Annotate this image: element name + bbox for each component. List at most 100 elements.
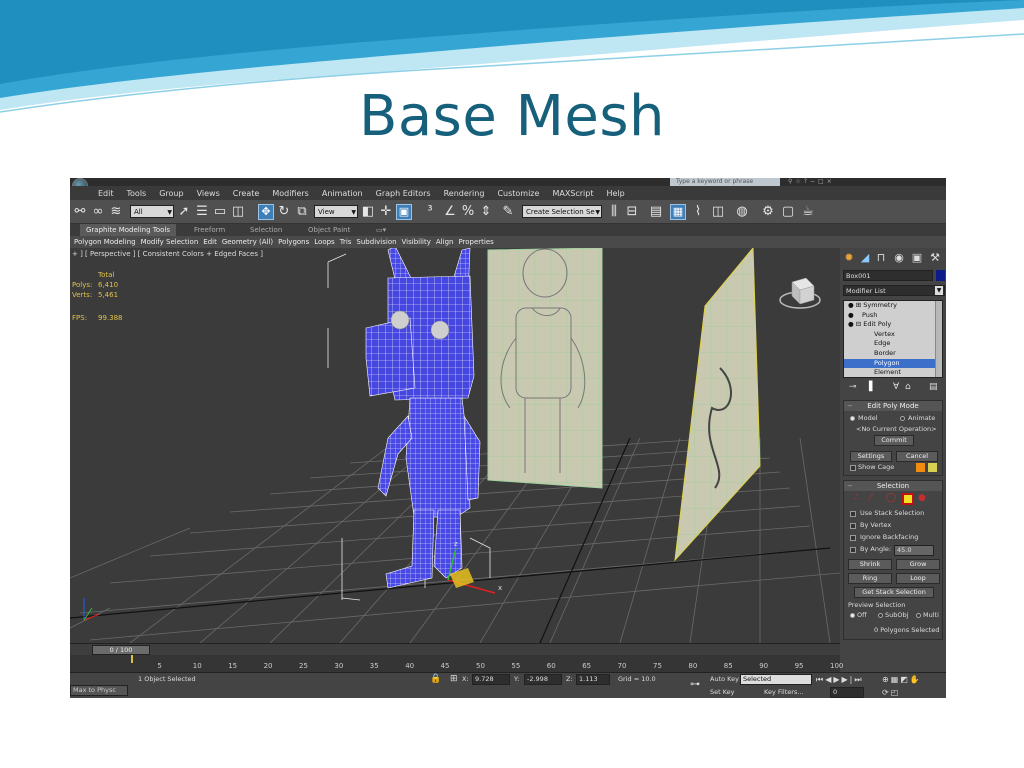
render-teapot-icon[interactable]: ☕ [800, 204, 816, 220]
ignore-backfacing-checkbox[interactable] [850, 535, 856, 541]
angle-snap-icon[interactable]: ∠ [442, 204, 458, 220]
ribbon-geometry-all[interactable]: Geometry (All) [222, 238, 273, 246]
select-by-name-icon[interactable]: ☰ [194, 204, 210, 220]
keyboard-shortcut-override-icon[interactable]: ▣ [396, 204, 412, 220]
graphite-ribbon-icon[interactable]: ▦ [670, 204, 686, 220]
field-of-view-icon[interactable]: ◩ [900, 675, 910, 684]
menu-edit[interactable]: Edit [98, 189, 114, 198]
current-frame-input[interactable]: 0 [830, 687, 864, 698]
close-icon[interactable]: × [827, 178, 835, 185]
star-icon[interactable]: ☆ [795, 178, 803, 185]
time-slider[interactable]: 0 / 100 [70, 643, 840, 655]
next-frame-icon[interactable]: ▶| [842, 675, 855, 684]
create-tab-icon[interactable]: ✹ [842, 251, 856, 265]
by-angle-checkbox[interactable] [850, 547, 856, 553]
minimize-icon[interactable]: − [810, 178, 818, 185]
shrink-button[interactable]: Shrink [848, 559, 892, 570]
menu-views[interactable]: Views [197, 189, 220, 198]
layer-manager-icon[interactable]: ▤ [648, 204, 664, 220]
go-to-end-icon[interactable]: ⏭ [854, 675, 863, 684]
object-name-field[interactable]: Box001 [843, 270, 933, 281]
ring-button[interactable]: Ring [848, 573, 892, 584]
modifier-list-dropdown[interactable]: Modifier List [843, 285, 945, 296]
ribbon-modify-selection[interactable]: Modify Selection [141, 238, 199, 246]
ribbon-subdivision[interactable]: Subdivision [356, 238, 396, 246]
mirror-icon[interactable]: ⫼ [606, 204, 622, 220]
modify-tab-icon[interactable]: ◢ [858, 251, 872, 265]
track-bar[interactable]: 5 10 15 20 25 30 35 40 45 50 55 60 65 70 75 80 85 90 95 100 [70, 655, 843, 672]
schematic-view-icon[interactable]: ◫ [710, 204, 726, 220]
commit-button[interactable]: Commit [874, 435, 914, 446]
stack-item-element[interactable]: Element [844, 368, 942, 377]
menu-help[interactable]: Help [607, 189, 625, 198]
maximize-icon[interactable]: □ [818, 178, 827, 185]
menu-animation[interactable]: Animation [322, 189, 363, 198]
reference-coordinate-dropdown[interactable]: View [314, 205, 358, 219]
preview-off-radio[interactable] [850, 613, 855, 618]
auto-key-button[interactable]: Auto Key [710, 674, 739, 685]
zoom-icon[interactable]: ⊕ [882, 675, 891, 684]
ribbon-edit[interactable]: Edit [203, 238, 217, 246]
stack-item-edit-poly[interactable]: ● ⊟ Edit Poly [844, 320, 942, 330]
use-stack-selection-checkbox[interactable] [850, 511, 856, 517]
edge-mode-icon[interactable]: ⁄ [870, 493, 872, 503]
preview-multi-radio[interactable] [916, 613, 921, 618]
named-selection-dropdown[interactable]: Create Selection Se [522, 205, 602, 219]
rectangular-selection-icon[interactable]: ▭ [212, 204, 228, 220]
hierarchy-tab-icon[interactable]: ⊓ [874, 251, 888, 265]
select-manipulate-icon[interactable]: ✛ [378, 204, 394, 220]
stack-item-symmetry[interactable]: ● ⊞ Symmetry [844, 301, 942, 311]
stack-item-vertex[interactable]: Vertex [844, 330, 942, 340]
ribbon-loops[interactable]: Loops [314, 238, 334, 246]
selection-filter-dropdown[interactable]: All [130, 205, 174, 219]
remove-modifier-icon[interactable]: ⌂ [905, 382, 911, 392]
by-vertex-checkbox[interactable] [850, 523, 856, 529]
key-icon[interactable]: ⊶ [690, 679, 700, 690]
link-icon[interactable]: ⚯ [72, 204, 88, 220]
menu-modifiers[interactable]: Modifiers [272, 189, 309, 198]
tab-object-paint[interactable]: Object Paint [302, 224, 356, 236]
maximize-viewport-icon[interactable]: ◰ [891, 688, 901, 697]
stack-item-edge[interactable]: Edge [844, 339, 942, 349]
configure-modifier-sets-icon[interactable]: ▤ [929, 382, 938, 392]
time-slider-handle[interactable]: 0 / 100 [92, 645, 150, 655]
orbit-icon[interactable]: ⟳ [882, 688, 891, 697]
grow-button[interactable]: Grow [896, 559, 940, 570]
pivot-center-icon[interactable]: ◧ [360, 204, 376, 220]
pin-stack-icon[interactable]: ⊸ [849, 382, 857, 392]
absolute-mode-icon[interactable]: ⊞ [450, 674, 458, 685]
zoom-all-icon[interactable]: ▦ [891, 675, 901, 684]
model-radio[interactable] [850, 416, 855, 421]
object-color-swatch[interactable] [936, 270, 945, 281]
material-editor-icon[interactable]: ◍ [734, 204, 750, 220]
vertex-mode-icon[interactable]: ∴ [854, 493, 860, 503]
pan-icon[interactable]: ✋ [910, 675, 922, 684]
cage-selected-color-swatch[interactable] [928, 463, 937, 472]
loop-button[interactable]: Loop [896, 573, 940, 584]
x-coord-input[interactable]: 9.728 [472, 674, 510, 685]
show-cage-checkbox[interactable] [850, 465, 856, 471]
ribbon-tris[interactable]: Tris [340, 238, 352, 246]
tab-freeform[interactable]: Freeform [188, 224, 231, 236]
motion-tab-icon[interactable]: ◉ [892, 251, 906, 265]
selection-set-dropdown[interactable]: Selected [740, 674, 812, 685]
ribbon-align[interactable]: Align [436, 238, 454, 246]
spinner-snap-icon[interactable]: ⇕ [478, 204, 494, 220]
y-coord-input[interactable]: -2.998 [524, 674, 562, 685]
utilities-tab-icon[interactable]: ⚒ [928, 251, 942, 265]
select-and-move-icon[interactable]: ✥ [258, 204, 274, 220]
tab-selection[interactable]: Selection [244, 224, 288, 236]
stack-item-border[interactable]: Border [844, 349, 942, 359]
set-key-button[interactable]: Set Key [710, 687, 735, 698]
play-icon[interactable]: ▶ [833, 675, 841, 684]
cage-color-swatch[interactable] [916, 463, 925, 472]
stack-item-push[interactable]: ● Push [844, 311, 942, 321]
maxscript-listener[interactable]: Max to Physc [70, 685, 128, 696]
element-mode-icon[interactable]: ● [918, 493, 926, 503]
curve-editor-icon[interactable]: ⌇ [690, 204, 706, 220]
by-angle-input[interactable]: 45.0 [894, 545, 934, 556]
search-input[interactable]: Type a keyword or phrase [670, 178, 780, 186]
unlink-icon[interactable]: ∞ [90, 204, 106, 220]
ribbon-polygons[interactable]: Polygons [278, 238, 309, 246]
rendered-frame-icon[interactable]: ▢ [780, 204, 796, 220]
